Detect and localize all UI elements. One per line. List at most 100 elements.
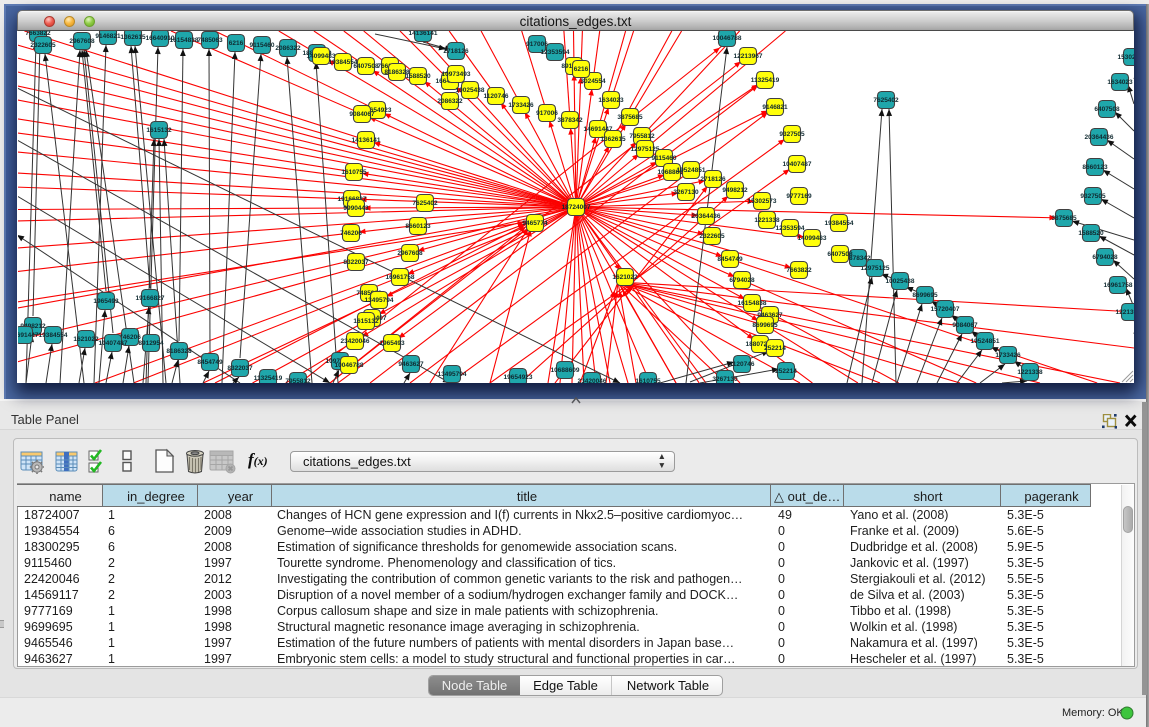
svg-text:1221338: 1221338 — [754, 217, 780, 224]
svg-text:14136141: 14136141 — [352, 137, 381, 144]
svg-text:9146821: 9146821 — [95, 33, 121, 40]
svg-text:1362615: 1362615 — [120, 34, 146, 41]
svg-text:16961758: 16961758 — [386, 274, 415, 281]
svg-text:8322037: 8322037 — [227, 365, 253, 372]
svg-text:1588520: 1588520 — [405, 73, 431, 80]
svg-text:1733426: 1733426 — [995, 352, 1021, 359]
svg-text:15302573: 15302573 — [1118, 54, 1134, 61]
svg-text:10407487: 10407487 — [783, 161, 812, 168]
svg-text:7955812: 7955812 — [285, 378, 311, 383]
svg-text:10973493: 10973493 — [442, 71, 471, 78]
svg-text:14691447: 14691447 — [18, 332, 39, 339]
svg-text:9990443: 9990443 — [343, 205, 369, 212]
svg-text:16154838: 16154838 — [170, 37, 199, 44]
svg-text:9463627: 9463627 — [398, 361, 424, 368]
svg-text:6407508: 6407508 — [827, 251, 853, 258]
svg-text:12353594: 12353594 — [776, 225, 805, 232]
svg-text:9084067: 9084067 — [349, 111, 375, 118]
svg-text:2322605: 2322605 — [699, 233, 725, 240]
svg-text:2967608: 2967608 — [69, 38, 95, 45]
svg-text:1621022: 1621022 — [612, 274, 638, 281]
svg-text:11325419: 11325419 — [254, 375, 283, 382]
svg-text:1120746: 1120746 — [730, 361, 755, 368]
svg-text:8912954: 8912954 — [138, 340, 164, 347]
svg-text:3875685: 3875685 — [617, 114, 643, 121]
svg-text:13495794: 13495794 — [365, 297, 394, 304]
svg-text:14099483: 14099483 — [798, 235, 827, 242]
svg-text:1362615: 1362615 — [600, 136, 626, 143]
svg-text:1221338: 1221338 — [1017, 369, 1043, 376]
svg-text:917006: 917006 — [526, 41, 548, 48]
svg-text:16961758: 16961758 — [1104, 282, 1133, 289]
svg-text:1965493: 1965493 — [93, 298, 119, 305]
svg-text:9115460: 9115460 — [250, 42, 275, 49]
svg-text:12213967: 12213967 — [734, 53, 763, 60]
svg-text:8699695: 8699695 — [912, 292, 938, 299]
svg-text:3267130: 3267130 — [673, 189, 699, 196]
svg-text:2086322: 2086322 — [275, 45, 301, 52]
svg-text:15302573: 15302573 — [748, 198, 777, 205]
svg-text:1965493: 1965493 — [379, 340, 405, 347]
svg-text:10025438: 10025438 — [886, 278, 915, 285]
svg-text:7485063: 7485063 — [197, 37, 223, 44]
svg-text:6216: 6216 — [574, 66, 589, 73]
svg-text:23420046: 23420046 — [578, 378, 607, 383]
svg-text:1610755: 1610755 — [341, 169, 367, 176]
svg-text:1621022: 1621022 — [73, 336, 99, 343]
svg-text:18724007: 18724007 — [562, 204, 591, 211]
svg-text:6407508: 6407508 — [1094, 106, 1120, 113]
svg-text:7625402: 7625402 — [873, 97, 899, 104]
svg-text:19384554: 19384554 — [39, 332, 68, 339]
svg-text:11325419: 11325419 — [751, 77, 780, 84]
svg-text:9777169: 9777169 — [786, 193, 812, 200]
svg-text:10046788: 10046788 — [713, 35, 742, 42]
svg-text:16154838: 16154838 — [738, 300, 767, 307]
svg-text:1615132: 1615132 — [353, 318, 379, 325]
svg-text:20364436: 20364436 — [692, 213, 721, 220]
svg-text:9327505: 9327505 — [779, 131, 805, 138]
svg-text:15720407: 15720407 — [931, 306, 960, 313]
svg-text:19654923: 19654923 — [504, 374, 533, 381]
svg-text:8186328: 8186328 — [166, 348, 192, 355]
svg-text:2718126: 2718126 — [443, 48, 469, 55]
svg-text:6407508: 6407508 — [353, 63, 379, 70]
svg-text:19384554: 19384554 — [825, 220, 854, 227]
svg-text:9115460: 9115460 — [652, 155, 677, 162]
svg-text:7663822: 7663822 — [786, 267, 812, 274]
svg-text:8454749: 8454749 — [197, 359, 223, 366]
svg-text:2718126: 2718126 — [700, 176, 726, 183]
svg-text:10688609: 10688609 — [551, 367, 580, 374]
svg-text:10407487: 10407487 — [99, 340, 128, 347]
svg-text:3878342: 3878342 — [557, 117, 583, 124]
svg-text:1634023: 1634023 — [598, 97, 624, 104]
svg-text:19166827: 19166827 — [136, 295, 165, 302]
svg-text:6794028: 6794028 — [729, 277, 755, 284]
svg-text:23420046: 23420046 — [341, 338, 370, 345]
svg-text:9084067: 9084067 — [952, 322, 978, 329]
svg-text:8660123: 8660123 — [1082, 164, 1108, 171]
svg-text:1610755: 1610755 — [635, 378, 661, 383]
svg-text:1615132: 1615132 — [146, 127, 172, 134]
svg-text:8699695: 8699695 — [752, 322, 778, 329]
svg-text:8660123: 8660123 — [405, 223, 431, 230]
svg-text:10046788: 10046788 — [335, 362, 364, 369]
svg-text:10025438: 10025438 — [456, 87, 485, 94]
svg-text:14136141: 14136141 — [409, 31, 438, 37]
svg-text:917006: 917006 — [536, 110, 558, 117]
svg-text:19524851: 19524851 — [677, 167, 706, 174]
svg-text:3024554: 3024554 — [580, 78, 606, 85]
svg-text:9146821: 9146821 — [762, 104, 788, 111]
svg-text:252214: 252214 — [775, 368, 797, 375]
svg-text:20364436: 20364436 — [1085, 134, 1114, 141]
svg-text:6794028: 6794028 — [1092, 254, 1118, 261]
svg-text:252214: 252214 — [764, 345, 786, 352]
svg-text:7955812: 7955812 — [629, 133, 655, 140]
svg-text:1588520: 1588520 — [1078, 230, 1104, 237]
svg-text:7625402: 7625402 — [412, 200, 438, 207]
svg-text:8322037: 8322037 — [343, 259, 369, 266]
svg-text:9498212: 9498212 — [722, 187, 748, 194]
svg-text:3875685: 3875685 — [1051, 215, 1077, 222]
svg-text:12213967: 12213967 — [1116, 309, 1134, 316]
svg-text:13495794: 13495794 — [438, 371, 467, 378]
svg-text:6216: 6216 — [229, 40, 244, 47]
